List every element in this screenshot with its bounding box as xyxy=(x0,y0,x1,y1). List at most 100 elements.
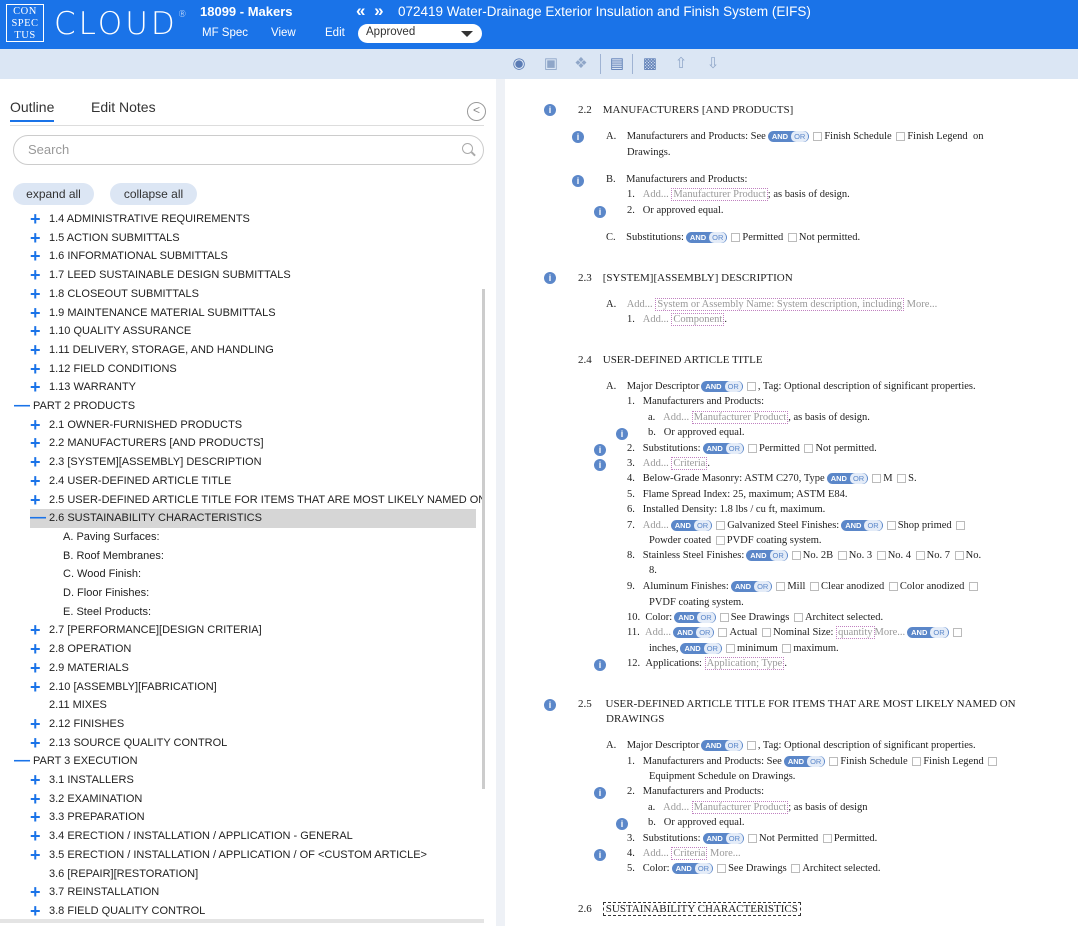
info-icon[interactable]: i xyxy=(594,444,606,456)
subparagraph-2-2-b-2[interactable]: 2. Or approved equal. xyxy=(627,204,724,218)
article-2-3-heading[interactable]: 2.3 [SYSTEM][ASSEMBLY] DESCRIPTION xyxy=(578,271,793,285)
expand-plus-icon[interactable]: + xyxy=(30,808,44,827)
collapse-panel-icon[interactable]: < xyxy=(467,102,486,121)
subparagraph-2-4-9[interactable]: 9. Aluminum Finishes: AND OR Mill Clear ano… xyxy=(627,580,980,594)
outline-item[interactable]: +1.9 MAINTENANCE MATERIAL SUBMITTALS xyxy=(30,303,276,323)
outline-item[interactable]: — PART 3 EXECUTION xyxy=(14,752,138,771)
subparagraph-2-4-1-b[interactable]: b. Or approved equal. xyxy=(648,426,745,440)
expand-plus-icon[interactable]: + xyxy=(30,771,44,790)
expand-plus-icon[interactable]: + xyxy=(30,677,44,697)
outline-item[interactable]: +2.10 [ASSEMBLY][FABRICATION] xyxy=(30,677,217,697)
subparagraph-2-4-8[interactable]: 8. Stainless Steel Finishes: AND OR No. 2B … xyxy=(627,549,981,563)
search-input[interactable]: Search xyxy=(13,135,484,165)
comment-icon[interactable]: ◉ xyxy=(510,55,528,73)
subparagraph-2-5-2[interactable]: 2. Manufacturers and Products: xyxy=(627,785,764,799)
status-dropdown[interactable]: Approved xyxy=(358,24,482,43)
copy-icon[interactable]: ▩ xyxy=(641,55,659,73)
info-icon[interactable]: i xyxy=(594,206,606,218)
subparagraph-2-4-3[interactable]: 3. Add... Criteria. xyxy=(627,457,710,471)
outline-item[interactable]: +3.1 INSTALLERS xyxy=(30,771,134,790)
subparagraph-2-2-b-1[interactable]: 1. Add... Manufacturer Product; as basis… xyxy=(627,188,850,202)
expand-plus-icon[interactable]: + xyxy=(30,883,44,902)
outline-item[interactable]: +3.7 REINSTALLATION xyxy=(30,883,159,902)
subparagraph-2-4-11-cont[interactable]: inches, AND OR minimum maximum. xyxy=(649,642,839,656)
expand-plus-icon[interactable]: + xyxy=(30,453,44,472)
info-icon[interactable]: i xyxy=(616,818,628,830)
outline-item[interactable]: +2.7 [PERFORMANCE][DESIGN CRITERIA] xyxy=(30,621,262,640)
scrollbar[interactable] xyxy=(482,289,485,789)
expand-plus-icon[interactable]: + xyxy=(30,845,44,865)
outline-item[interactable]: +2.1 OWNER-FURNISHED PRODUCTS xyxy=(30,415,242,435)
panel-divider[interactable] xyxy=(496,79,505,926)
article-2-4-heading[interactable]: 2.4 USER-DEFINED ARTICLE TITLE xyxy=(578,353,763,367)
expand-plus-icon[interactable]: + xyxy=(30,322,44,341)
move-up-icon[interactable]: ⇧ xyxy=(672,55,690,73)
outline-item[interactable]: +2.12 FINISHES xyxy=(30,714,124,734)
expand-plus-icon[interactable]: + xyxy=(30,658,44,678)
paragraph-2-4-a[interactable]: A. Major Descriptor AND OR, Tag: Optional … xyxy=(606,380,976,394)
outline-item[interactable]: —2.6 SUSTAINABILITY CHARACTERISTICS xyxy=(30,509,476,529)
expand-plus-icon[interactable]: + xyxy=(30,210,44,229)
expand-plus-icon[interactable]: + xyxy=(30,284,44,304)
subparagraph-2-5-1[interactable]: 1. Manufacturers and Products: See AND OR F… xyxy=(627,755,999,769)
outline-item[interactable]: D. Floor Finishes: xyxy=(63,584,149,603)
outline-item[interactable]: +3.2 EXAMINATION xyxy=(30,789,142,809)
outline-item[interactable]: +1.7 LEED SUSTAINABLE DESIGN SUBMITTALS xyxy=(30,266,291,285)
subparagraph-2-4-12[interactable]: 12. Applications: Application; Type. xyxy=(627,657,787,671)
expand-plus-icon[interactable]: + xyxy=(30,640,44,659)
paragraph-2-3-a[interactable]: A. Add... System or Assembly Name: Syste… xyxy=(606,298,937,312)
section-nav-arrows[interactable]: « » xyxy=(356,1,386,21)
subparagraph-2-4-4[interactable]: 4. Below-Grade Masonry: ASTM C270, Type A… xyxy=(627,472,917,486)
menu-mf-spec[interactable]: MF Spec xyxy=(202,27,248,39)
expand-plus-icon[interactable]: + xyxy=(30,621,44,640)
subparagraph-2-4-10[interactable]: 10. Color: AND OR See Drawings Architect se… xyxy=(627,611,883,625)
tab-edit-notes[interactable]: Edit Notes xyxy=(91,99,156,115)
outline-item[interactable]: +3.5 ERECTION / INSTALLATION / APPLICATI… xyxy=(30,845,427,865)
subparagraph-2-5-1-cont[interactable]: Equipment Schedule on Drawings. xyxy=(649,770,795,784)
outline-item[interactable]: +1.4 ADMINISTRATIVE REQUIREMENTS xyxy=(30,210,250,229)
expand-plus-icon[interactable]: + xyxy=(30,359,44,379)
info-icon[interactable]: i xyxy=(594,849,606,861)
subparagraph-2-4-7[interactable]: 7. Add... AND OR Galvanized Steel Finishes:… xyxy=(627,519,967,533)
outline-item[interactable]: — PART 2 PRODUCTS xyxy=(14,397,135,416)
outline-item[interactable]: C. Wood Finish: xyxy=(63,565,141,584)
paragraph-2-5-a[interactable]: A. Major Descriptor AND OR, Tag: Optional … xyxy=(606,739,976,753)
outline-item[interactable]: +2.8 OPERATION xyxy=(30,640,131,659)
collapse-minus-icon[interactable]: — xyxy=(14,752,30,770)
outline-item[interactable]: +1.5 ACTION SUBMITTALS xyxy=(30,228,180,248)
tab-outline[interactable]: Outline xyxy=(10,99,55,122)
expand-plus-icon[interactable]: + xyxy=(30,415,44,435)
horizontal-scrollbar[interactable] xyxy=(0,919,484,923)
paragraph-2-2-b[interactable]: B. Manufacturers and Products: xyxy=(606,173,747,187)
expand-plus-icon[interactable]: + xyxy=(30,228,44,248)
outline-item[interactable]: +2.9 MATERIALS xyxy=(30,658,129,678)
menu-view[interactable]: View xyxy=(271,27,296,39)
subparagraph-2-5-2-b[interactable]: b. Or approved equal. xyxy=(648,816,745,830)
outline-item[interactable]: +1.12 FIELD CONDITIONS xyxy=(30,359,177,379)
article-2-2-heading[interactable]: 2.2 MANUFACTURERS [AND PRODUCTS] xyxy=(578,103,793,117)
expand-plus-icon[interactable]: + xyxy=(30,303,44,323)
info-icon[interactable]: i xyxy=(594,659,606,671)
subparagraph-2-4-5[interactable]: 5. Flame Spread Index: 25, maximum; ASTM… xyxy=(627,488,847,502)
outline-item[interactable]: +3.4 ERECTION / INSTALLATION / APPLICATI… xyxy=(30,827,353,846)
subparagraph-2-4-1[interactable]: 1. Manufacturers and Products: xyxy=(627,395,764,409)
paragraph-2-2-a[interactable]: A. Manufacturers and Products: See AND OR F… xyxy=(606,130,983,144)
expand-plus-icon[interactable]: + xyxy=(30,378,44,397)
outline-item[interactable]: +1.8 CLOSEOUT SUBMITTALS xyxy=(30,284,199,304)
info-icon[interactable]: i xyxy=(544,104,556,116)
expand-plus-icon[interactable]: + xyxy=(30,434,44,453)
info-icon[interactable]: i xyxy=(616,428,628,440)
info-icon[interactable]: i xyxy=(594,787,606,799)
expand-plus-icon[interactable]: + xyxy=(30,827,44,846)
project-name[interactable]: 18099 - Makers xyxy=(200,4,293,19)
expand-plus-icon[interactable]: + xyxy=(30,340,44,360)
outline-item[interactable]: +1.11 DELIVERY, STORAGE, AND HANDLING xyxy=(30,340,274,360)
outline-item[interactable]: +2.3 [SYSTEM][ASSEMBLY] DESCRIPTION xyxy=(30,453,262,472)
outline-item[interactable]: +2.13 SOURCE QUALITY CONTROL xyxy=(30,733,227,753)
outline-item[interactable]: A. Paving Surfaces: xyxy=(63,528,160,547)
collapse-minus-icon[interactable]: — xyxy=(30,509,46,527)
outline-item[interactable]: +3.3 PREPARATION xyxy=(30,808,145,827)
info-icon[interactable]: i xyxy=(544,272,556,284)
subparagraph-2-4-11[interactable]: 11. Add... AND OR Actual Nominal Size: quan… xyxy=(627,626,964,640)
outline-item[interactable]: +2.2 MANUFACTURERS [AND PRODUCTS] xyxy=(30,434,264,453)
